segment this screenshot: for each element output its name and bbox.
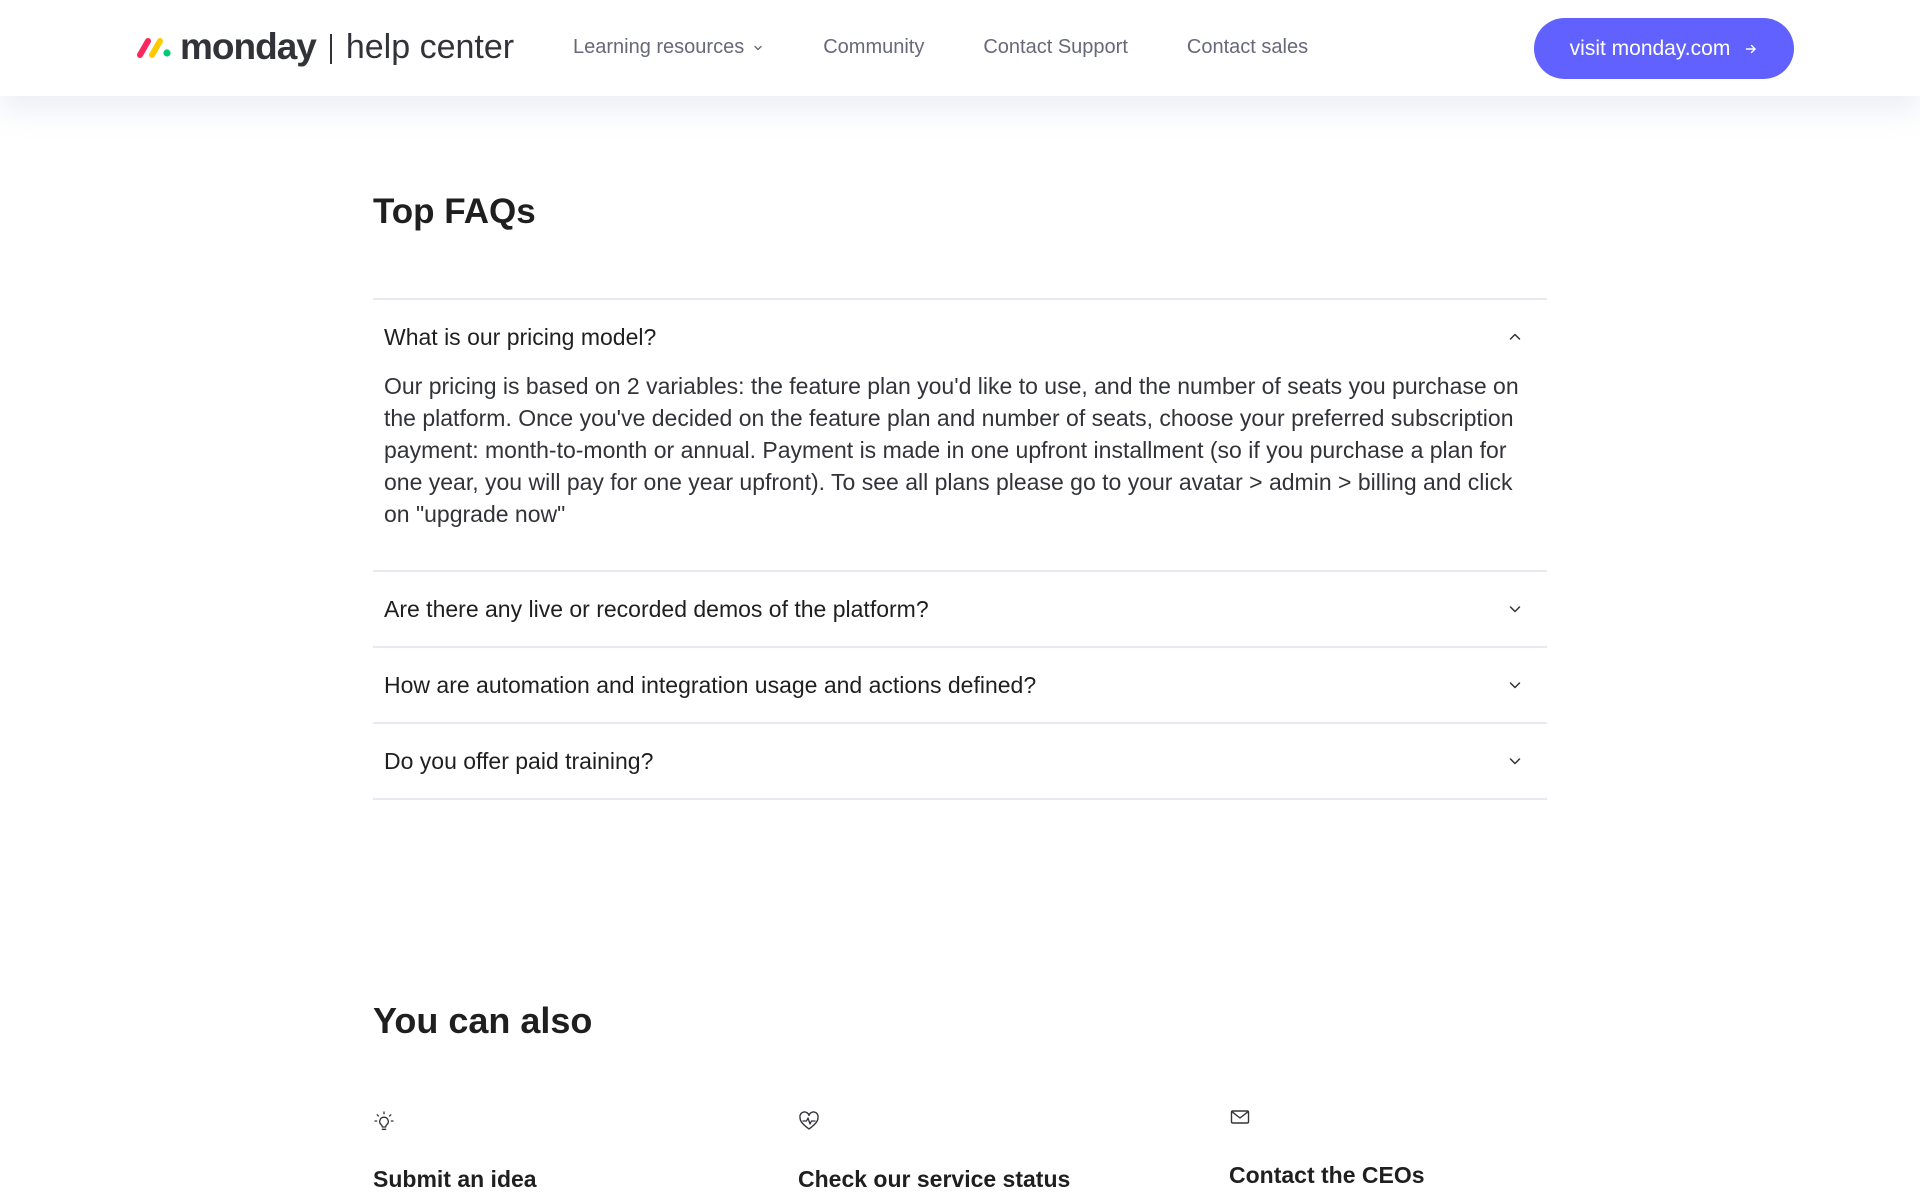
faq-item: Do you offer paid training? bbox=[373, 724, 1547, 800]
faq-answer-text: Our pricing is based on 2 variables: the… bbox=[384, 373, 1519, 527]
visit-monday-button[interactable]: visit monday.com bbox=[1534, 18, 1794, 79]
faq-accordion: What is our pricing model? Our pricing i… bbox=[373, 298, 1547, 800]
chevron-down-icon bbox=[754, 45, 762, 51]
contact-ceos-card[interactable]: Contact the CEOs bbox=[1229, 1106, 1425, 1189]
faq-question-toggle[interactable]: How are automation and integration usage… bbox=[373, 648, 1547, 722]
chevron-up-icon bbox=[1509, 333, 1521, 340]
faq-question-text: Are there any live or recorded demos of … bbox=[384, 595, 929, 622]
nav-community[interactable]: Community bbox=[823, 36, 924, 59]
main-nav: Learning resources Community Contact Sup… bbox=[573, 30, 1308, 64]
nav-label: Learning resources bbox=[573, 35, 745, 58]
nav-contact-sales[interactable]: Contact sales bbox=[1187, 36, 1308, 59]
chevron-down-icon bbox=[1509, 682, 1521, 689]
envelope-icon bbox=[1230, 1110, 1250, 1124]
card-title: Check our service status bbox=[798, 1166, 1071, 1192]
nav-label: Contact sales bbox=[1186, 35, 1309, 58]
faq-question-text: Do you offer paid training? bbox=[384, 747, 654, 774]
logo-divider bbox=[329, 34, 332, 64]
faq-section-title: Top FAQs bbox=[373, 192, 536, 231]
logo-subtitle: help center bbox=[345, 27, 515, 66]
faq-item: What is our pricing model? Our pricing i… bbox=[373, 300, 1547, 572]
faq-question-toggle[interactable]: What is our pricing model? bbox=[373, 300, 1547, 374]
faq-item: How are automation and integration usage… bbox=[373, 648, 1547, 724]
heart-pulse-icon bbox=[799, 1111, 819, 1130]
monday-logo-mark-icon bbox=[137, 38, 171, 58]
service-status-card[interactable]: Check our service status bbox=[798, 1110, 1070, 1193]
nav-label: Community bbox=[823, 35, 925, 58]
nav-label: Contact Support bbox=[983, 35, 1128, 58]
logo-wordmark: monday bbox=[180, 26, 317, 67]
faq-question-toggle[interactable]: Do you offer paid training? bbox=[373, 724, 1547, 798]
faq-question-toggle[interactable]: Are there any live or recorded demos of … bbox=[373, 572, 1547, 646]
chevron-down-icon bbox=[1509, 758, 1521, 765]
card-title: Contact the CEOs bbox=[1229, 1162, 1425, 1188]
visit-monday-label: visit monday.com bbox=[1569, 36, 1731, 60]
you-can-also-title: You can also bbox=[373, 1000, 593, 1041]
card-title: Submit an idea bbox=[373, 1166, 537, 1192]
nav-learning-resources[interactable]: Learning resources bbox=[573, 36, 764, 59]
monday-help-center-logo[interactable]: monday help center bbox=[136, 24, 514, 70]
faq-item: Are there any live or recorded demos of … bbox=[373, 572, 1547, 648]
arrow-right-icon bbox=[1746, 44, 1757, 53]
chevron-down-icon bbox=[1509, 606, 1521, 613]
nav-contact-support[interactable]: Contact Support bbox=[983, 36, 1128, 59]
site-header: monday help center Learning resources Co… bbox=[0, 0, 1920, 96]
lightbulb-icon bbox=[374, 1111, 394, 1130]
faq-question-text: What is our pricing model? bbox=[384, 323, 657, 350]
submit-idea-card[interactable]: Submit an idea bbox=[373, 1110, 537, 1193]
faq-question-text: How are automation and integration usage… bbox=[384, 671, 1037, 698]
